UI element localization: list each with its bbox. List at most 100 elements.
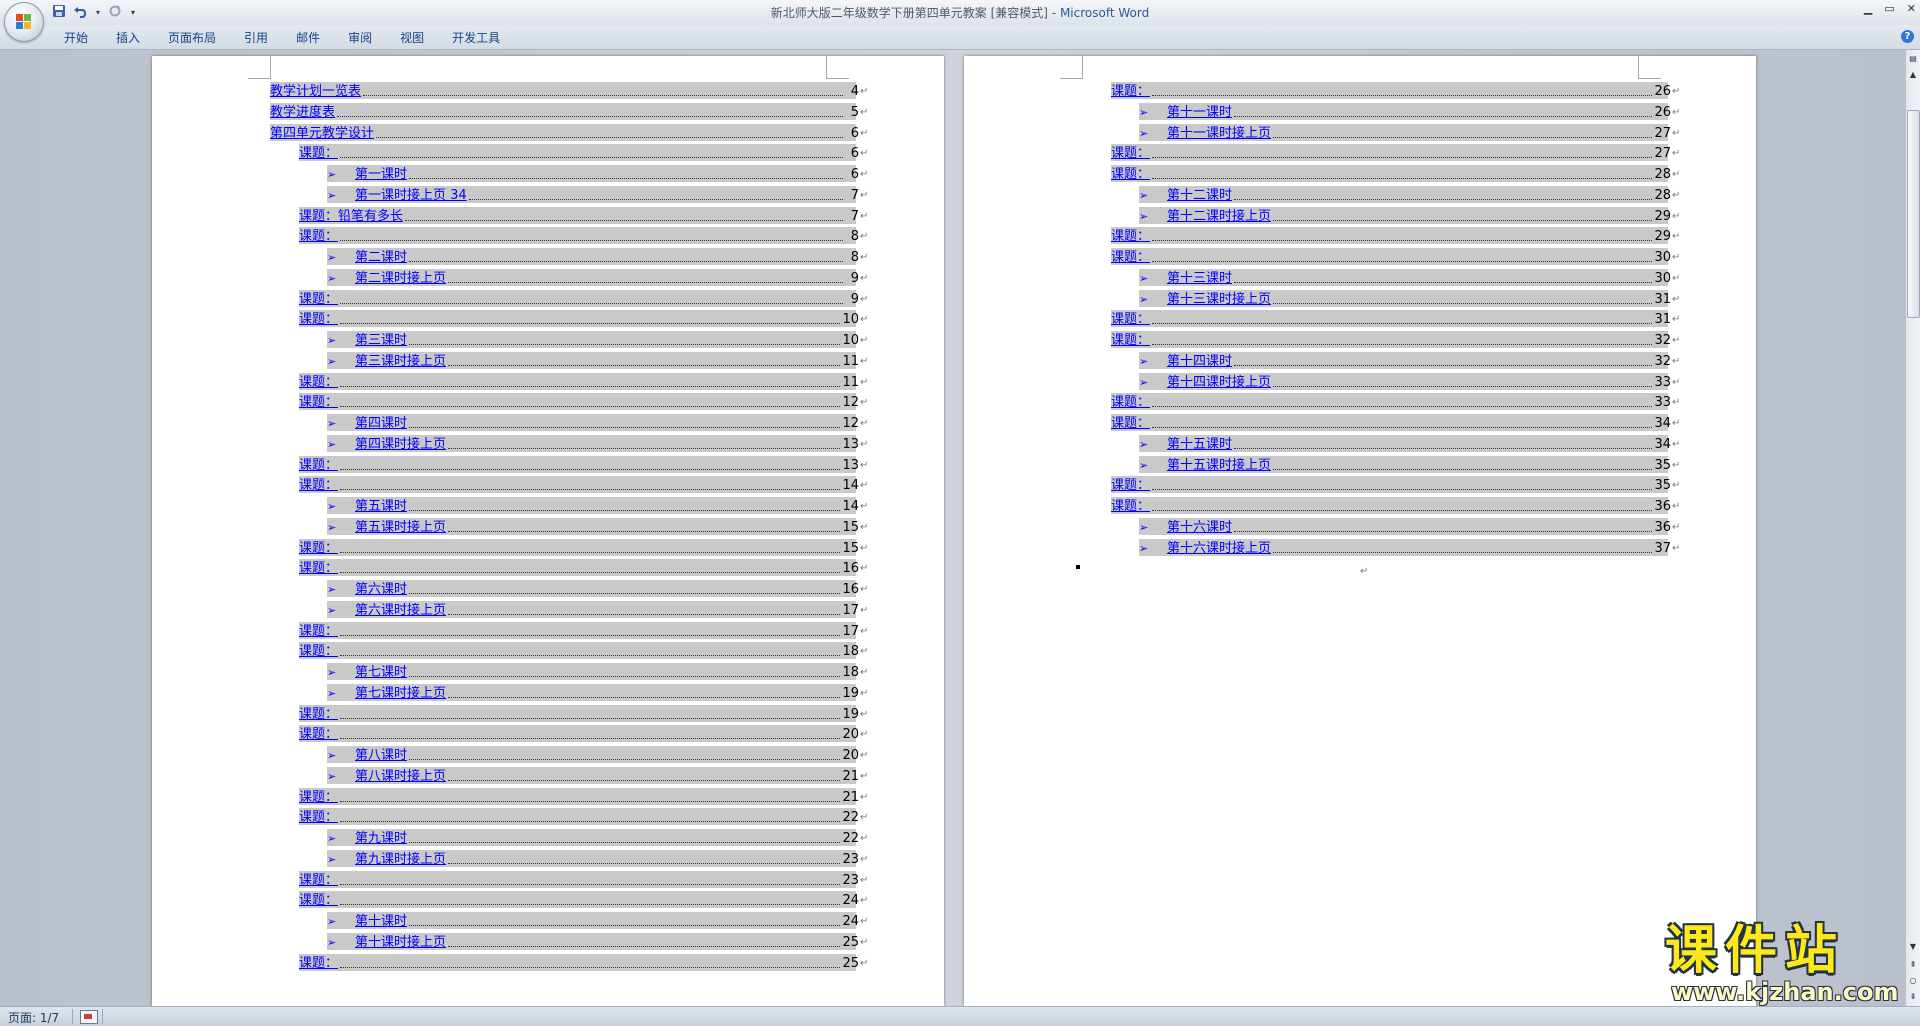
toc-link[interactable]: 第十一课时接上页 [1167, 126, 1271, 142]
toc-link[interactable]: 课题： [299, 644, 338, 660]
tab-insert[interactable]: 插入 [102, 29, 154, 47]
toc-entry[interactable]: 课题： 14 ↵ [299, 476, 868, 494]
toc-entry[interactable]: 教学计划一览表 4 ↵ [270, 82, 868, 100]
toc-entry-lesson[interactable]: ➢ 第一课时 6 ↵ [327, 165, 868, 183]
toc-link[interactable]: 第七课时接上页 [355, 686, 446, 702]
toc-entry[interactable]: 课题： 33 ↵ [1111, 393, 1680, 411]
toc-link[interactable]: 课题： [299, 541, 338, 557]
toc-link[interactable]: 第三课时 [355, 333, 407, 349]
toc-link[interactable]: 第六课时接上页 [355, 603, 446, 619]
toc-link[interactable]: 第十三课时接上页 [1167, 292, 1271, 308]
toc-link[interactable]: 课题： [299, 956, 338, 972]
office-button[interactable] [4, 2, 44, 42]
tab-mailings[interactable]: 邮件 [282, 29, 334, 47]
toc-entry-lesson[interactable]: ➢ 第四课时 12 ↵ [327, 414, 868, 432]
toc-entry[interactable]: 课题： 16 ↵ [299, 559, 868, 577]
toc-entry[interactable]: 课题： 6 ↵ [299, 144, 868, 162]
toc-link[interactable]: 第一课时 [355, 167, 407, 183]
toc-link[interactable]: 课题： [1111, 229, 1150, 245]
toc-entry[interactable]: 课题： 8 ↵ [299, 227, 868, 245]
toc-link[interactable]: 第五课时接上页 [355, 520, 446, 536]
toc-link[interactable]: 课题： [299, 727, 338, 743]
toc-entry-lesson[interactable]: ➢ 第四课时接上页 13 ↵ [327, 434, 868, 453]
toc-entry[interactable]: 课题： 9 ↵ [299, 289, 868, 308]
toc-link[interactable]: 第七课时 [355, 665, 407, 681]
toc-link[interactable]: 课题：铅笔有多长 [299, 209, 403, 225]
toc-link[interactable]: 第十课时 [355, 914, 407, 930]
toc-link[interactable]: 课题： [1111, 84, 1150, 100]
toc-link[interactable]: 课题： [299, 395, 338, 411]
toc-entry-lesson[interactable]: ➢ 第十一课时接上页 27 ↵ [1139, 123, 1680, 142]
toc-link[interactable]: 第二课时接上页 [355, 271, 446, 287]
toc-entry[interactable]: 课题： 23 ↵ [299, 870, 868, 889]
toc-entry[interactable]: 课题： 28 ↵ [1111, 165, 1680, 183]
toc-entry-lesson[interactable]: ➢ 第十三课时 30 ↵ [1139, 268, 1680, 287]
document-page-2[interactable]: 课题： 26 ↵ ➢ 第十一课时 26 ↵ ➢ 第十一课时接上页 27 ↵ 课题： 27 ↵ 课题： 28 ↵ ➢… [964, 56, 1756, 1006]
toc-entry[interactable]: 课题： 13 ↵ [299, 455, 868, 474]
toc-link[interactable]: 课题： [299, 229, 338, 245]
toc-entry-lesson[interactable]: ➢ 第三课时接上页 11 ↵ [327, 351, 868, 370]
ruler-toggle-icon[interactable]: ▤ [1907, 52, 1919, 66]
toc-link[interactable]: 课题： [299, 458, 338, 474]
help-icon[interactable]: ? [1901, 30, 1914, 43]
toc-entry[interactable]: 课题： 24 ↵ [299, 891, 868, 909]
document-page-1[interactable]: 教学计划一览表 4 ↵ 教学进度表 5 ↵ 第四单元教学设计 6 ↵ 课题： 6 ↵ ➢ 第一课时 6 ↵ ➢ 第… [152, 56, 944, 1006]
toc-entry-lesson[interactable]: ➢ 第五课时 14 ↵ [327, 497, 868, 515]
toc-link[interactable]: 第十四课时 [1167, 354, 1232, 370]
toc-entry-lesson[interactable]: ➢ 第九课时 22 ↵ [327, 829, 868, 847]
toc-entry[interactable]: 课题： 11 ↵ [299, 372, 868, 391]
toc-link[interactable]: 第四课时接上页 [355, 437, 446, 453]
toc-link[interactable]: 第八课时 [355, 748, 407, 764]
toc-link[interactable]: 课题： [299, 624, 338, 640]
toc-entry-lesson[interactable]: ➢ 第七课时 18 ↵ [327, 663, 868, 681]
toc-link[interactable]: 课题： [299, 292, 338, 308]
toc-link[interactable]: 第十六课时接上页 [1167, 541, 1271, 557]
toc-entry-lesson[interactable]: ➢ 第十六课时接上页 37 ↵ [1139, 538, 1680, 557]
toc-entry[interactable]: 课题： 30 ↵ [1111, 248, 1680, 266]
toc-link[interactable]: 第九课时 [355, 831, 407, 847]
toc-entry-lesson[interactable]: ➢ 第十六课时 36 ↵ [1139, 517, 1680, 536]
toc-entry[interactable]: 课题： 20 ↵ [299, 725, 868, 743]
tab-home[interactable]: 开始 [50, 29, 102, 47]
toc-link[interactable]: 课题： [1111, 333, 1150, 349]
tab-review[interactable]: 审阅 [334, 29, 386, 47]
scrollbar-thumb[interactable] [1907, 110, 1920, 318]
toc-entry-lesson[interactable]: ➢ 第十二课时 28 ↵ [1139, 185, 1680, 204]
toc-entry[interactable]: 课题： 36 ↵ [1111, 497, 1680, 515]
toc-entry-lesson[interactable]: ➢ 第十四课时 32 ↵ [1139, 351, 1680, 370]
toc-entry[interactable]: 课题： 17 ↵ [299, 621, 868, 640]
toc-entry-lesson[interactable]: ➢ 第五课时接上页 15 ↵ [327, 517, 868, 536]
toc-link[interactable]: 第二课时 [355, 250, 407, 266]
toc-entry[interactable]: 课题： 18 ↵ [299, 642, 868, 660]
toc-entry-lesson[interactable]: ➢ 第八课时接上页 21 ↵ [327, 766, 868, 785]
toc-link[interactable]: 教学计划一览表 [270, 84, 361, 100]
toc-link[interactable]: 课题： [299, 146, 338, 162]
toc-link[interactable]: 课题： [1111, 395, 1150, 411]
toc-entry[interactable]: 第四单元教学设计 6 ↵ [270, 123, 868, 142]
toc-link[interactable]: 课题： [299, 790, 338, 806]
maximize-icon[interactable]: ▭ [1884, 2, 1894, 15]
toc-link[interactable]: 课题： [299, 707, 338, 723]
page-indicator[interactable]: 页面: 1/7 [8, 1009, 59, 1026]
toc-entry-lesson[interactable]: ➢ 第六课时接上页 17 ↵ [327, 600, 868, 619]
toc-link[interactable]: 第十五课时接上页 [1167, 458, 1271, 474]
toc-link[interactable]: 教学进度表 [270, 105, 335, 121]
tab-references[interactable]: 引用 [230, 29, 282, 47]
toc-link[interactable]: 第十课时接上页 [355, 935, 446, 951]
toc-link[interactable]: 第十六课时 [1167, 520, 1232, 536]
toc-entry[interactable]: 教学进度表 5 ↵ [270, 102, 868, 121]
toc-link[interactable]: 课题： [1111, 167, 1150, 183]
toc-entry[interactable]: 课题： 35 ↵ [1111, 476, 1680, 494]
toc-link[interactable]: 课题： [299, 375, 338, 391]
toc-entry[interactable]: 课题： 19 ↵ [299, 704, 868, 723]
toc-link[interactable]: 第四单元教学设计 [270, 126, 374, 142]
toc-entry[interactable]: 课题： 15 ↵ [299, 538, 868, 557]
toc-entry-lesson[interactable]: ➢ 第三课时 10 ↵ [327, 331, 868, 349]
document-workspace[interactable]: 教学计划一览表 4 ↵ 教学进度表 5 ↵ 第四单元教学设计 6 ↵ 课题： 6 ↵ ➢ 第一课时 6 ↵ ➢ 第… [0, 50, 1906, 1006]
scroll-down-icon[interactable]: ▼ [1907, 940, 1919, 954]
toc-entry[interactable]: 课题： 32 ↵ [1111, 331, 1680, 349]
toc-entry[interactable]: 课题： 22 ↵ [299, 808, 868, 826]
previous-page-icon[interactable]: ⇞ [1907, 958, 1919, 972]
toc-link[interactable]: 第十一课时 [1167, 105, 1232, 121]
tab-view[interactable]: 视图 [386, 29, 438, 47]
